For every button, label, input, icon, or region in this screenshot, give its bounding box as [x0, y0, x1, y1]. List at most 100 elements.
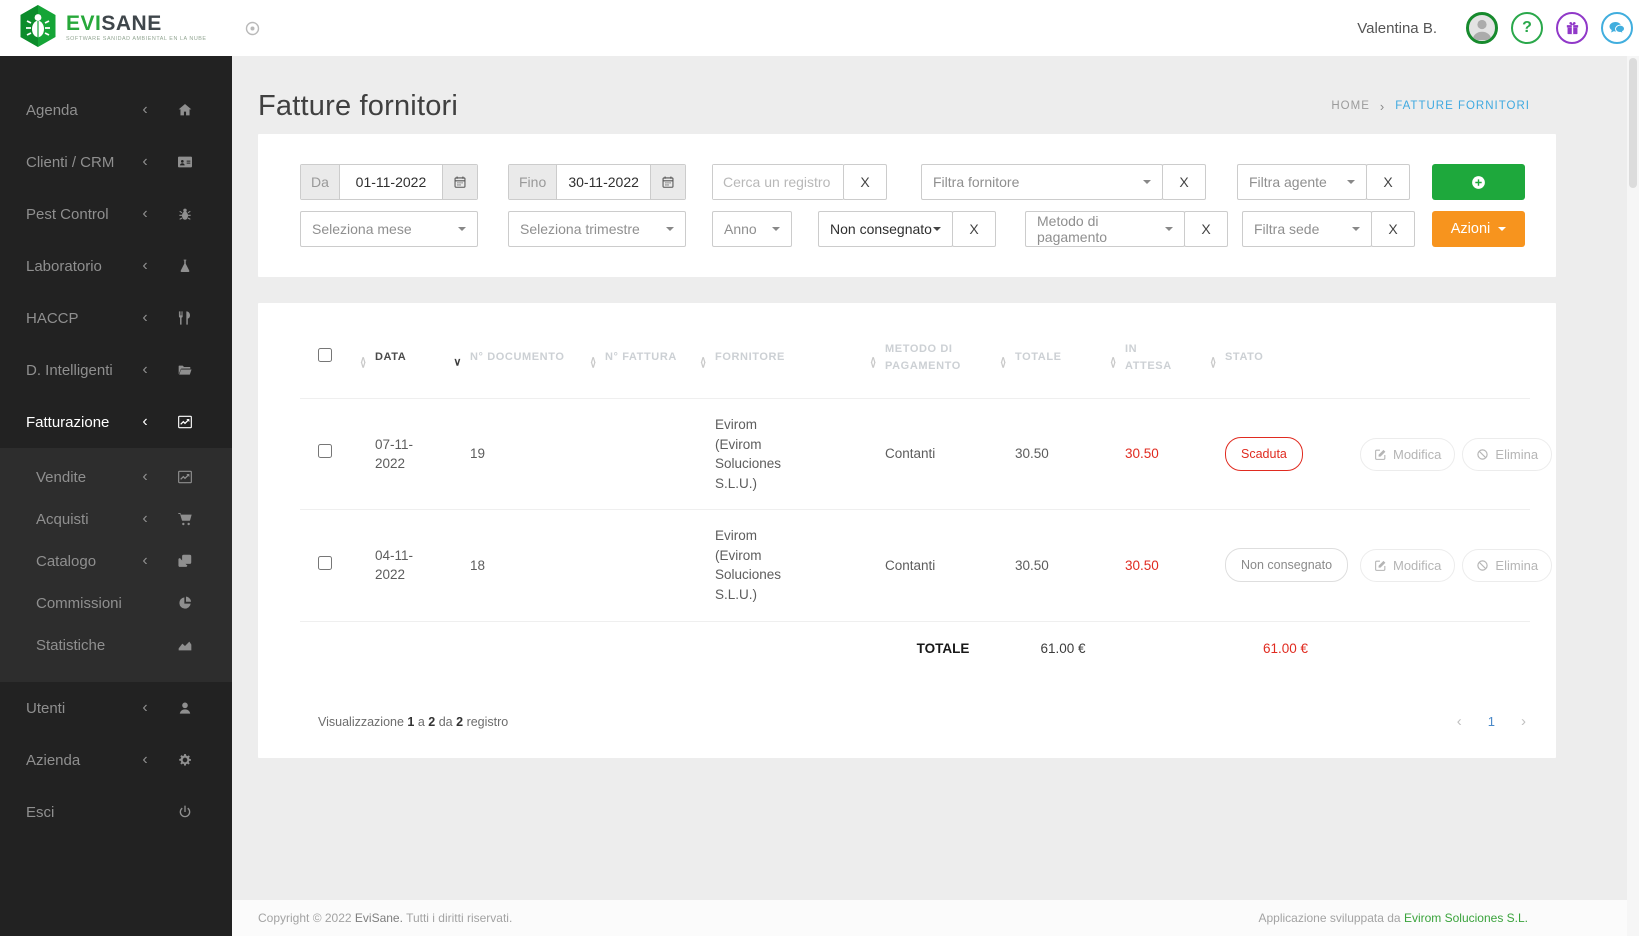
clear-search-button[interactable]: X: [843, 164, 887, 200]
sidebar-toggle-target-icon[interactable]: [245, 21, 260, 36]
sidebar-item-esci[interactable]: Esci: [0, 786, 232, 838]
select-all-checkbox[interactable]: [318, 347, 332, 362]
search-input[interactable]: [713, 165, 843, 199]
table-row: 04-11-2022 18 Evirom (Evirom Soluciones …: [300, 509, 1553, 621]
pagination-page-1[interactable]: 1: [1488, 714, 1495, 729]
caret-down-icon: [1347, 180, 1355, 184]
clear-agente-button[interactable]: X: [1366, 164, 1410, 200]
pagination-next-icon[interactable]: ›: [1521, 713, 1526, 730]
fornitore-select[interactable]: Filtra fornitore: [921, 164, 1163, 200]
bug-icon: [176, 206, 194, 222]
anno-select[interactable]: Anno: [712, 211, 792, 247]
sidebar-item-catalogo[interactable]: Catalogo ‹: [0, 540, 232, 582]
date-to-group: Fino: [508, 164, 686, 200]
sede-select[interactable]: Filtra sede: [1242, 211, 1372, 247]
elimina-button[interactable]: Elimina: [1462, 548, 1553, 582]
cell-fornitore: Evirom (Evirom Soluciones S.L.U.): [715, 397, 885, 510]
brand-tagline: SOFTWARE SANIDAD AMBIENTAL EN LA NUBE: [66, 36, 207, 42]
pagination-prev-icon[interactable]: ‹: [1457, 713, 1462, 730]
clear-fornitore-button[interactable]: X: [1162, 164, 1206, 200]
modifica-button[interactable]: Modifica: [1360, 548, 1456, 582]
sidebar-item-fatturazione[interactable]: Fatturazione ‹: [0, 396, 232, 448]
scrollbar[interactable]: [1627, 56, 1639, 936]
sort-desc-icon[interactable]: ∨: [453, 357, 462, 368]
elimina-button[interactable]: Elimina: [1462, 437, 1553, 471]
totals-totale: 61.00 €: [1015, 620, 1125, 676]
totals-label: TOTALE: [885, 620, 1015, 676]
sidebar-item-acquisti[interactable]: Acquisti ‹: [0, 498, 232, 540]
sort-icon[interactable]: ∧ ∨: [1000, 355, 1007, 369]
column-header-documento[interactable]: N° DOCUMENTO ∧ ∨: [470, 327, 605, 399]
breadcrumb-separator-icon: ›: [1379, 98, 1386, 114]
cell-in-attesa: 30.50: [1125, 509, 1225, 621]
column-header-totale[interactable]: TOTALE ∧ ∨: [1015, 327, 1125, 399]
breadcrumb-home[interactable]: HOME: [1331, 100, 1370, 112]
status-badge: Scaduta: [1225, 437, 1303, 472]
column-header-data[interactable]: DATA ∨: [375, 327, 470, 399]
cell-documento: 18: [470, 509, 605, 621]
sidebar-item-statistiche[interactable]: Statistiche: [0, 624, 232, 666]
status-badge: Non consegnato: [1225, 548, 1349, 583]
stato-consegna-select[interactable]: Non consegnato: [818, 211, 953, 247]
avatar[interactable]: [1466, 12, 1498, 44]
sidebar-item-utenti[interactable]: Utenti ‹: [0, 682, 232, 734]
azioni-button[interactable]: Azioni: [1432, 211, 1525, 247]
chevron-left-icon: ‹: [142, 101, 148, 118]
sort-icon[interactable]: ∧ ∨: [1110, 355, 1117, 369]
sort-icon[interactable]: ∧ ∨: [1210, 355, 1217, 369]
sort-icon[interactable]: ∧ ∨: [590, 355, 597, 369]
sidebar-item-haccp[interactable]: HACCP ‹: [0, 292, 232, 344]
clear-sede-button[interactable]: X: [1371, 211, 1415, 247]
chat-button[interactable]: [1601, 12, 1633, 44]
cell-documento: 19: [470, 397, 605, 510]
add-invoice-button[interactable]: [1432, 164, 1525, 200]
row-checkbox[interactable]: [318, 444, 332, 459]
sort-icon[interactable]: ∧ ∨: [870, 355, 877, 369]
modifica-button[interactable]: Modifica: [1360, 437, 1456, 471]
metodo-pagamento-select[interactable]: Metodo di pagamento: [1025, 211, 1185, 247]
pagination: ‹ 1 ›: [1457, 713, 1530, 730]
sort-icon[interactable]: ∧ ∨: [360, 355, 367, 369]
fatturazione-submenu: Vendite ‹ Acquisti ‹ Catalogo ‹ Commissi…: [0, 448, 232, 682]
column-header-fattura[interactable]: N° FATTURA ∧ ∨: [605, 327, 715, 399]
scrollbar-thumb[interactable]: [1629, 58, 1637, 188]
column-header-in-attesa[interactable]: IN ATTESA ∧ ∨: [1125, 327, 1225, 399]
user-name[interactable]: Valentina B.: [1357, 20, 1437, 37]
sidebar-item-vendite[interactable]: Vendite ‹: [0, 456, 232, 498]
evirom-link[interactable]: Evirom Soluciones S.L.: [1404, 911, 1528, 925]
sidebar-item-commissioni[interactable]: Commissioni: [0, 582, 232, 624]
agente-select[interactable]: Filtra agente: [1237, 164, 1367, 200]
calendar-icon[interactable]: [442, 165, 477, 199]
date-to-input[interactable]: [557, 165, 650, 199]
gift-button[interactable]: [1556, 12, 1588, 44]
cell-fattura: [605, 397, 715, 510]
evisane-logo[interactable]: EVISANE SOFTWARE SANIDAD AMBIENTAL EN LA…: [18, 4, 207, 53]
copyright-text: Copyright © 2022 EviSane. Tutti i diritt…: [258, 911, 513, 925]
sidebar-item-agenda[interactable]: Agenda ‹: [0, 84, 232, 136]
plus-circle-icon: [1472, 175, 1485, 189]
cell-actions: Modifica Elimina: [1360, 509, 1553, 621]
select-all-header[interactable]: ∧ ∨: [300, 327, 375, 399]
sidebar-item-laboratorio[interactable]: Laboratorio ‹: [0, 240, 232, 292]
clear-metodo-button[interactable]: X: [1184, 211, 1228, 247]
sidebar-item-pest-control[interactable]: Pest Control ‹: [0, 188, 232, 240]
column-header-fornitore[interactable]: FORNITORE ∧ ∨: [715, 327, 885, 399]
sort-icon[interactable]: ∧ ∨: [700, 355, 707, 369]
sidebar-item-d-intelligenti[interactable]: D. Intelligenti ‹: [0, 344, 232, 396]
trimestre-select[interactable]: Seleziona trimestre: [508, 211, 686, 247]
developer-text: Applicazione sviluppata da Evirom Soluci…: [1258, 911, 1528, 925]
date-from-input[interactable]: [339, 165, 442, 199]
sidebar-item-clienti-crm[interactable]: Clienti / CRM ‹: [0, 136, 232, 188]
evisane-link[interactable]: EviSane.: [355, 911, 403, 925]
row-checkbox[interactable]: [318, 555, 332, 570]
mese-select[interactable]: Seleziona mese: [300, 211, 478, 247]
cell-stato: Non consegnato: [1225, 509, 1360, 621]
cell-in-attesa: 30.50: [1125, 397, 1225, 510]
column-header-actions: [1360, 327, 1530, 399]
clear-stato-button[interactable]: X: [952, 211, 996, 247]
sidebar-item-azienda[interactable]: Azienda ‹: [0, 734, 232, 786]
column-header-metodo[interactable]: METODO DI PAGAMENTO ∧ ∨: [885, 327, 1015, 399]
help-button[interactable]: ?: [1511, 12, 1543, 44]
area-chart-icon: [176, 637, 194, 653]
calendar-icon[interactable]: [650, 165, 685, 199]
